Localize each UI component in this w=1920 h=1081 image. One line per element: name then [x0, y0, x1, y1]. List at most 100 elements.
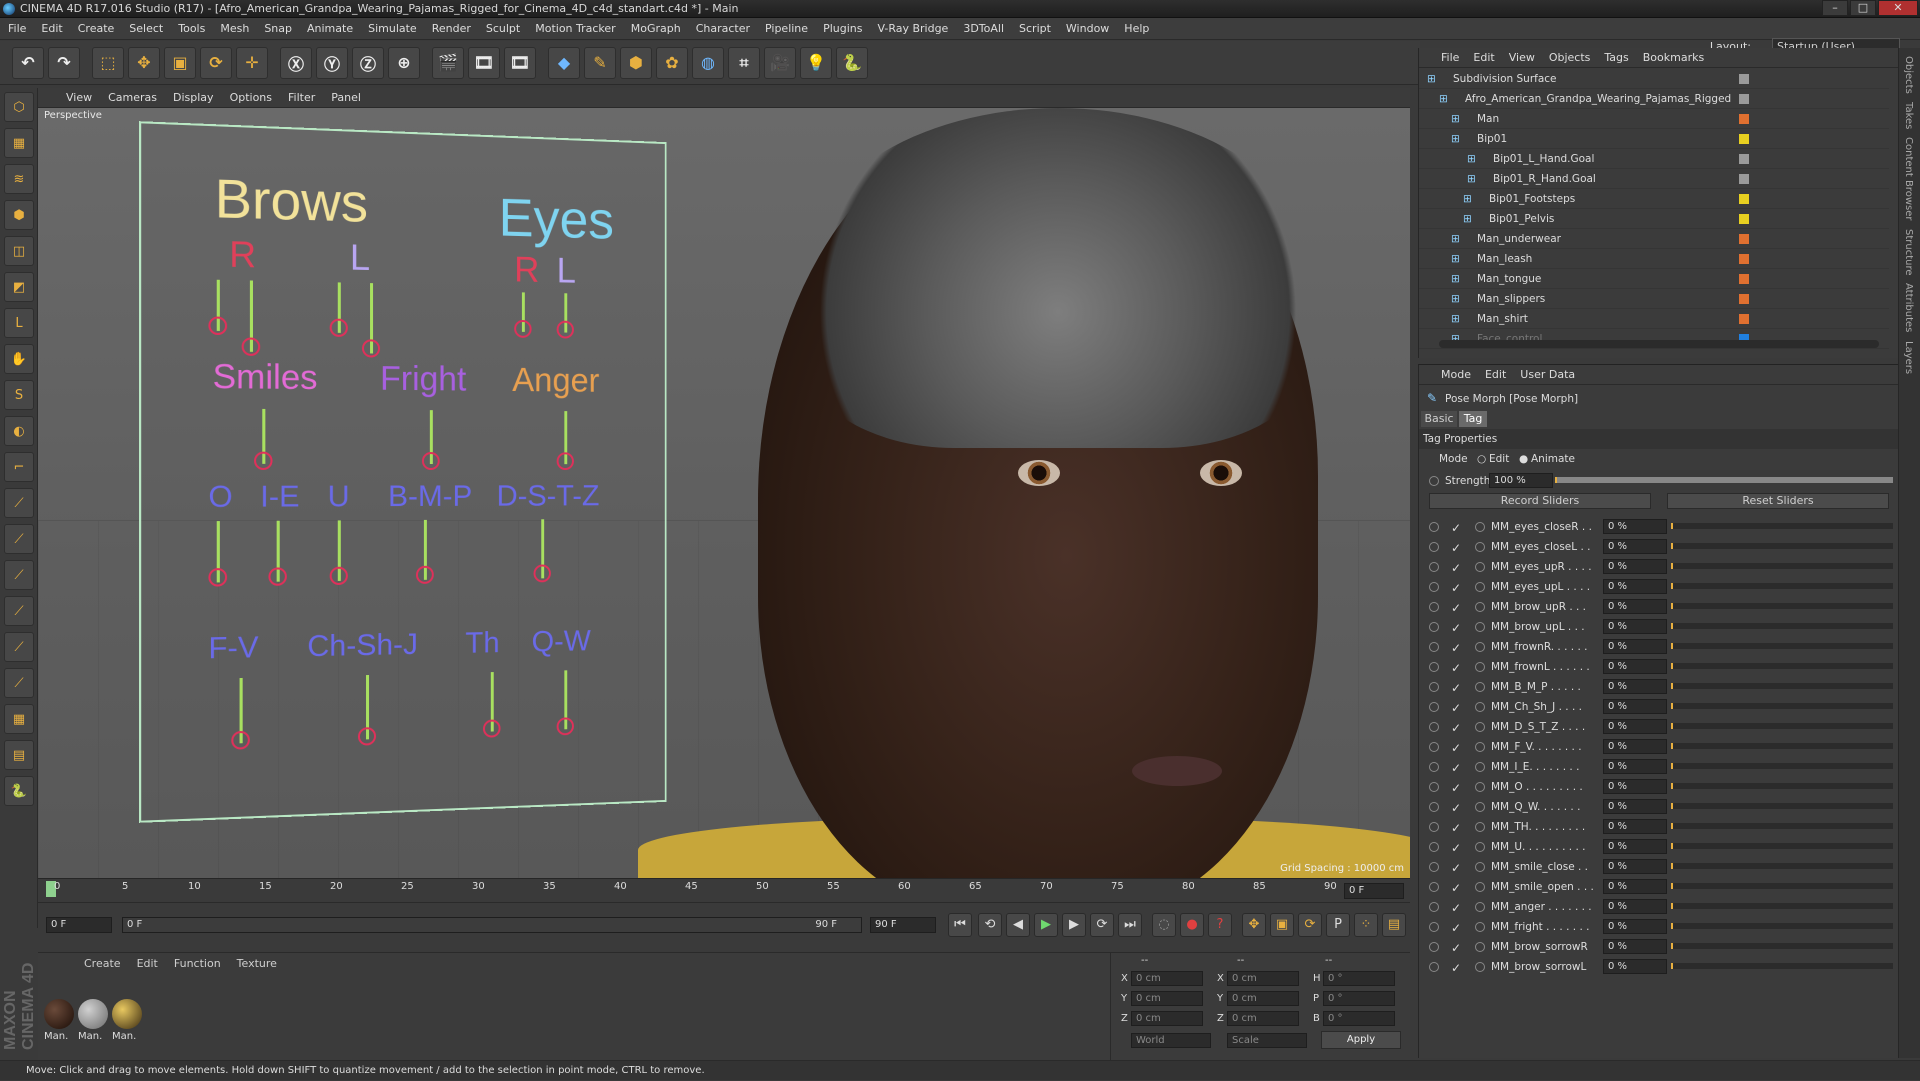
object-row[interactable]: ⊞ Bip01_L_Hand.Goal: [1419, 150, 1889, 169]
morph-anim-radio[interactable]: [1429, 762, 1439, 772]
layer-color-tag[interactable]: [1739, 94, 1749, 104]
morph-anim-radio[interactable]: [1429, 702, 1439, 712]
brush-tool-icon-3[interactable]: ⟋: [4, 560, 34, 590]
morph-value-field[interactable]: 0 %: [1603, 719, 1667, 734]
morph-slider[interactable]: [1671, 703, 1893, 709]
expand-icon[interactable]: ⊞: [1451, 110, 1460, 129]
expand-icon[interactable]: ⊞: [1451, 250, 1460, 269]
z-axis-icon[interactable]: Ⓩ: [352, 47, 384, 79]
viewport-menu-filter[interactable]: Filter: [288, 91, 315, 104]
morph-value-field[interactable]: 0 %: [1603, 739, 1667, 754]
maximize-button[interactable]: □: [1850, 0, 1876, 16]
object-row[interactable]: ⊞ Bip01_R_Hand.Goal: [1419, 170, 1889, 189]
morph-slider[interactable]: [1671, 623, 1893, 629]
close-button[interactable]: ✕: [1878, 0, 1918, 16]
morph-anim-radio[interactable]: [1429, 742, 1439, 752]
morph-value-field[interactable]: 0 %: [1603, 699, 1667, 714]
anger-knob[interactable]: [557, 452, 574, 470]
morph-value-field[interactable]: 0 %: [1603, 879, 1667, 894]
menu-vray-bridge[interactable]: V-Ray Bridge: [877, 22, 948, 35]
object-row[interactable]: ⊞ Bip01_Pelvis: [1419, 210, 1889, 229]
tab-layers[interactable]: Layers: [1903, 341, 1914, 374]
viseme-ie-knob[interactable]: [268, 567, 286, 586]
menu-create[interactable]: Create: [78, 22, 115, 35]
axis-mode-icon[interactable]: ✋: [4, 344, 34, 374]
attr-menu-user-data[interactable]: User Data: [1520, 368, 1575, 381]
expand-icon[interactable]: ⊞: [1467, 150, 1476, 169]
apply-button[interactable]: Apply: [1321, 1031, 1401, 1049]
morph-key-radio[interactable]: [1475, 562, 1485, 572]
morph-value-field[interactable]: 0 %: [1603, 899, 1667, 914]
material-swatch-1[interactable]: [44, 999, 74, 1029]
brow-l-knob-2[interactable]: [362, 339, 380, 357]
face-control-board[interactable]: Brows Eyes R L R L Smiles Fright Anger O…: [139, 121, 667, 823]
expand-icon[interactable]: ⊞: [1463, 210, 1472, 229]
size-z-field[interactable]: 0 cm: [1227, 1011, 1299, 1026]
morph-anim-radio[interactable]: [1429, 522, 1439, 532]
layer-color-tag[interactable]: [1739, 194, 1749, 204]
layer-color-tag[interactable]: [1739, 174, 1749, 184]
autokey-icon[interactable]: ●: [1180, 913, 1204, 937]
expand-icon[interactable]: ⊞: [1451, 290, 1460, 309]
tab-tag[interactable]: Tag: [1459, 411, 1487, 427]
morph-enable-check-icon[interactable]: ✓: [1451, 878, 1461, 898]
morph-anim-radio[interactable]: [1429, 822, 1439, 832]
morph-enable-check-icon[interactable]: ✓: [1451, 918, 1461, 938]
obj-menu-view[interactable]: View: [1509, 51, 1535, 64]
mode-animate-radio[interactable]: ●: [1519, 449, 1528, 469]
recent-tool-icon[interactable]: ✛: [236, 47, 268, 79]
perspective-viewport[interactable]: Perspective Brows Eyes R L R L Smiles Fr…: [38, 108, 1410, 878]
morph-slider[interactable]: [1671, 843, 1893, 849]
viseme-fv-knob[interactable]: [231, 731, 250, 750]
morph-key-radio[interactable]: [1475, 522, 1485, 532]
morph-enable-check-icon[interactable]: ✓: [1451, 658, 1461, 678]
menu-help[interactable]: Help: [1124, 22, 1149, 35]
make-editable-icon[interactable]: ⬡: [4, 92, 34, 122]
x-axis-icon[interactable]: Ⓧ: [280, 47, 312, 79]
morph-slider[interactable]: [1671, 683, 1893, 689]
layer-color-tag[interactable]: [1739, 254, 1749, 264]
menu-plugins[interactable]: Plugins: [823, 22, 862, 35]
strength-slider[interactable]: [1555, 477, 1893, 483]
morph-value-field[interactable]: 0 %: [1603, 659, 1667, 674]
material-menu-function[interactable]: Function: [174, 957, 221, 970]
key-parameter-icon[interactable]: P: [1326, 913, 1350, 937]
morph-slider[interactable]: [1671, 883, 1893, 889]
material-swatch-2[interactable]: [78, 999, 108, 1029]
morph-enable-check-icon[interactable]: ✓: [1451, 558, 1461, 578]
layer-color-tag[interactable]: [1739, 114, 1749, 124]
morph-value-field[interactable]: 0 %: [1603, 599, 1667, 614]
morph-anim-radio[interactable]: [1429, 542, 1439, 552]
brush-tool-icon-2[interactable]: ⟋: [4, 524, 34, 554]
menu-file[interactable]: File: [8, 22, 26, 35]
morph-key-radio[interactable]: [1475, 682, 1485, 692]
brow-r-knob-2[interactable]: [242, 337, 261, 356]
morph-slider[interactable]: [1671, 803, 1893, 809]
texture-mode-icon[interactable]: ≋: [4, 164, 34, 194]
morph-slider[interactable]: [1671, 923, 1893, 929]
obj-menu-tags[interactable]: Tags: [1604, 51, 1628, 64]
move-icon[interactable]: ✥: [128, 47, 160, 79]
rotate-icon[interactable]: ⟳: [200, 47, 232, 79]
morph-slider[interactable]: [1671, 583, 1893, 589]
play-icon[interactable]: ▶: [1034, 913, 1058, 937]
morph-slider[interactable]: [1671, 743, 1893, 749]
morph-anim-radio[interactable]: [1429, 562, 1439, 572]
morph-slider[interactable]: [1671, 763, 1893, 769]
morph-slider[interactable]: [1671, 963, 1893, 969]
morph-anim-radio[interactable]: [1429, 922, 1439, 932]
morph-value-field[interactable]: 0 %: [1603, 579, 1667, 594]
tab-takes[interactable]: Takes: [1903, 102, 1914, 129]
menu-3dtoall[interactable]: 3DToAll: [963, 22, 1004, 35]
cube-primitive-icon[interactable]: ◆: [548, 47, 580, 79]
morph-key-radio[interactable]: [1475, 942, 1485, 952]
brush-tool-icon-6[interactable]: ⟋: [4, 668, 34, 698]
menu-mesh[interactable]: Mesh: [220, 22, 249, 35]
morph-enable-check-icon[interactable]: ✓: [1451, 518, 1461, 538]
obj-menu-bookmarks[interactable]: Bookmarks: [1643, 51, 1704, 64]
morph-enable-check-icon[interactable]: ✓: [1451, 718, 1461, 738]
morph-slider[interactable]: [1671, 783, 1893, 789]
layer-color-tag[interactable]: [1739, 154, 1749, 164]
morph-enable-check-icon[interactable]: ✓: [1451, 778, 1461, 798]
brow-r-knob-1[interactable]: [208, 316, 227, 335]
